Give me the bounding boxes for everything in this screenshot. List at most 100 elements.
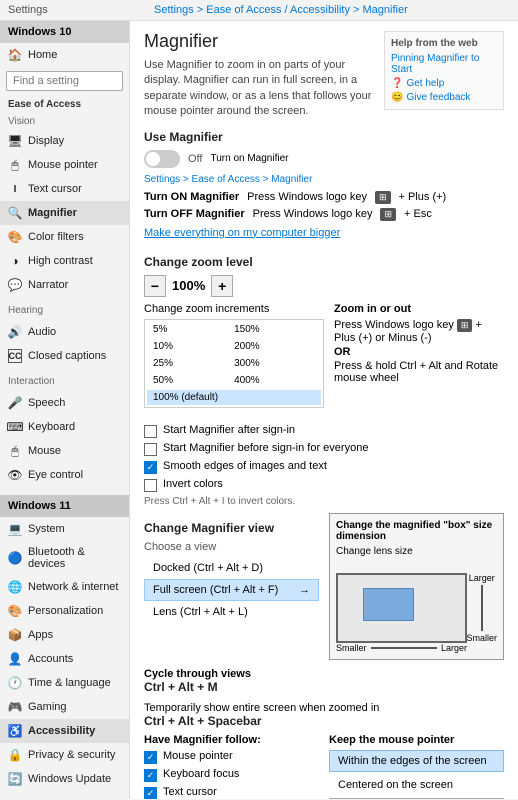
h-arrow-line <box>371 647 437 649</box>
high-contrast-icon: ◑ <box>8 254 22 268</box>
table-row[interactable]: 50%400% <box>147 373 321 388</box>
settings-label: Settings <box>8 4 48 16</box>
turn-off-key-row: Turn OFF Magnifier Press Windows logo ke… <box>144 208 504 221</box>
mouse-pointer-dropdown[interactable]: Centered on the screen ▼ <box>329 798 504 799</box>
esc-label: + Esc <box>404 208 432 220</box>
table-row[interactable]: 10%200% <box>147 339 321 354</box>
sidebar-home[interactable]: 🏠 Home <box>0 43 129 67</box>
sidebar-search-box <box>0 67 129 95</box>
invert-colors-row: Invert colors <box>144 478 504 492</box>
windows-key-on: ⊞ <box>375 191 391 204</box>
sidebar-item-narrator[interactable]: 💬 Narrator <box>0 273 129 297</box>
zoom-value: 100% <box>172 278 205 293</box>
smaller-label: Smaller <box>466 633 497 643</box>
sidebar-item-mouse[interactable]: 🖱 Mouse <box>0 439 129 463</box>
zoom-two-col: Change zoom increments 5%150% 10%200% 25… <box>144 303 504 416</box>
sidebar-item-audio[interactable]: 🔊 Audio <box>0 320 129 344</box>
time-language-icon: 🕐 <box>8 676 22 690</box>
cursor-settings-col: Keep the mouse pointer Within the edges … <box>329 734 504 799</box>
sidebar-item-gaming[interactable]: 🎮 Gaming <box>0 695 129 719</box>
temp-show-section: Temporarily show entire screen when zoom… <box>144 702 504 728</box>
top-bar: Settings Settings > Ease of Access / Acc… <box>0 0 518 21</box>
table-row-selected[interactable]: 100% (default) <box>147 390 321 405</box>
follow-mouse-checkbox[interactable]: ✓ <box>144 751 157 764</box>
lens-arrow-col: Larger Smaller <box>466 573 497 643</box>
search-input[interactable] <box>6 71 123 91</box>
table-row[interactable]: 25%300% <box>147 356 321 371</box>
zoom-increment-col: Change zoom increments 5%150% 10%200% 25… <box>144 303 324 416</box>
sidebar-item-network[interactable]: 🌐 Network & internet <box>0 575 129 599</box>
win11-section-header: Windows 11 <box>0 495 129 517</box>
zoom-minus-button[interactable]: − <box>144 275 166 297</box>
sidebar-item-windows-update[interactable]: 🔄 Windows Update <box>0 767 129 791</box>
view-option-fullscreen[interactable]: Full screen (Ctrl + Alt + F) → <box>144 579 319 601</box>
larger-h-label: Larger <box>441 643 467 653</box>
feedback-icon: 😊 <box>391 92 403 103</box>
turn-on-label: Turn on Magnifier <box>210 153 288 164</box>
mouse-within-edges[interactable]: Within the edges of the screen <box>329 750 504 772</box>
toggle-label: Off <box>188 153 202 165</box>
turn-off-label-bold: Turn OFF Magnifier <box>144 208 245 220</box>
view-and-lens-col: Change Magnifier view Choose a view Dock… <box>144 513 504 660</box>
zoom-increment-title: Change zoom increments <box>144 303 324 315</box>
make-bigger-link[interactable]: Make everything on my computer bigger <box>144 227 340 239</box>
sidebar-item-time-language[interactable]: 🕐 Time & language <box>0 671 129 695</box>
zoom-inout-line3: Press & hold Ctrl + Alt and Rotate mouse… <box>334 360 504 384</box>
sidebar-item-accessibility[interactable]: ♿ Accessibility <box>0 719 129 743</box>
magnifier-toggle[interactable] <box>144 150 180 168</box>
sidebar-item-privacy[interactable]: 🔒 Privacy & security <box>0 743 129 767</box>
sidebar-item-closed-captions[interactable]: CC Closed captions <box>0 344 129 368</box>
accounts-icon: 👤 <box>8 652 22 666</box>
turn-on-row: Off Turn on Magnifier <box>144 150 504 168</box>
zoom-inout-line1: Press Windows logo key ⊞ + Plus (+) or M… <box>334 319 504 344</box>
speech-icon: 🎤 <box>8 396 22 410</box>
table-row[interactable]: 5%150% <box>147 322 321 337</box>
color-filters-icon: 🎨 <box>8 230 22 244</box>
zoom-plus-button[interactable]: + <box>211 275 233 297</box>
closed-captions-icon: CC <box>8 349 22 363</box>
eye-control-icon: 👁 <box>8 468 22 482</box>
sidebar-item-speech[interactable]: 🎤 Speech <box>0 391 129 415</box>
view-option-lens[interactable]: Lens (Ctrl + Alt + L) <box>144 601 319 623</box>
help-link-get[interactable]: Get help <box>406 78 444 89</box>
invert-colors-checkbox[interactable] <box>144 479 157 492</box>
view-col: Change Magnifier view Choose a view Dock… <box>144 513 319 660</box>
help-link-pin[interactable]: Pinning Magnifier to Start <box>391 53 497 75</box>
display-icon: 🖥 <box>8 134 22 148</box>
zoom-increment-table[interactable]: 5%150% 10%200% 25%300% 50%400% 100% (def… <box>144 319 324 408</box>
sidebar-item-text-cursor[interactable]: I Text cursor <box>0 177 129 201</box>
choose-view-label: Choose a view <box>144 541 319 553</box>
sidebar-item-display[interactable]: 🖥 Display <box>0 129 129 153</box>
sidebar-item-keyboard[interactable]: ⌨ Keyboard <box>0 415 129 439</box>
sidebar-item-bluetooth[interactable]: 🔵 Bluetooth & devices <box>0 541 129 575</box>
narrator-icon: 💬 <box>8 278 22 292</box>
start-before-signin-checkbox[interactable] <box>144 443 157 456</box>
windows-key-off: ⊞ <box>380 208 396 221</box>
turn-on-label-bold: Turn ON Magnifier <box>144 191 239 203</box>
sidebar-item-magnifier[interactable]: 🔍 Magnifier <box>0 201 129 225</box>
plus-label: + Plus (+) <box>399 191 447 203</box>
vertical-arrow <box>481 585 483 631</box>
sidebar-item-system[interactable]: 💻 System <box>0 517 129 541</box>
view-option-docked[interactable]: Docked (Ctrl + Alt + D) <box>144 557 319 579</box>
interaction-label: Interaction <box>0 372 129 391</box>
sidebar-item-accounts[interactable]: 👤 Accounts <box>0 647 129 671</box>
sidebar-item-apps[interactable]: 📦 Apps <box>0 623 129 647</box>
sidebar-item-high-contrast[interactable]: ◑ High contrast <box>0 249 129 273</box>
audio-icon: 🔊 <box>8 325 22 339</box>
sidebar-item-mouse-pointer[interactable]: 🖱 Mouse pointer <box>0 153 129 177</box>
smooth-edges-checkbox[interactable]: ✓ <box>144 461 157 474</box>
sidebar-item-eye-control[interactable]: 👁 Eye control <box>0 463 129 487</box>
sidebar-item-personalization[interactable]: 🎨 Personalization <box>0 599 129 623</box>
mouse-centered[interactable]: Centered on the screen <box>329 774 504 796</box>
start-after-signin-checkbox[interactable] <box>144 425 157 438</box>
sidebar-item-color-filters[interactable]: 🎨 Color filters <box>0 225 129 249</box>
help-link-feedback[interactable]: Give feedback <box>406 92 470 103</box>
settings-breadcrumb: Settings > Ease of Access > Magnifier <box>144 174 504 185</box>
temp-show-title: Temporarily show entire screen when zoom… <box>144 702 504 714</box>
follow-keyboard-checkbox[interactable]: ✓ <box>144 769 157 782</box>
follow-text-cursor-checkbox[interactable]: ✓ <box>144 787 157 799</box>
start-after-signin-row: Start Magnifier after sign-in <box>144 424 504 438</box>
cycle-title: Cycle through views <box>144 668 504 680</box>
lens-outer-box <box>336 573 467 643</box>
